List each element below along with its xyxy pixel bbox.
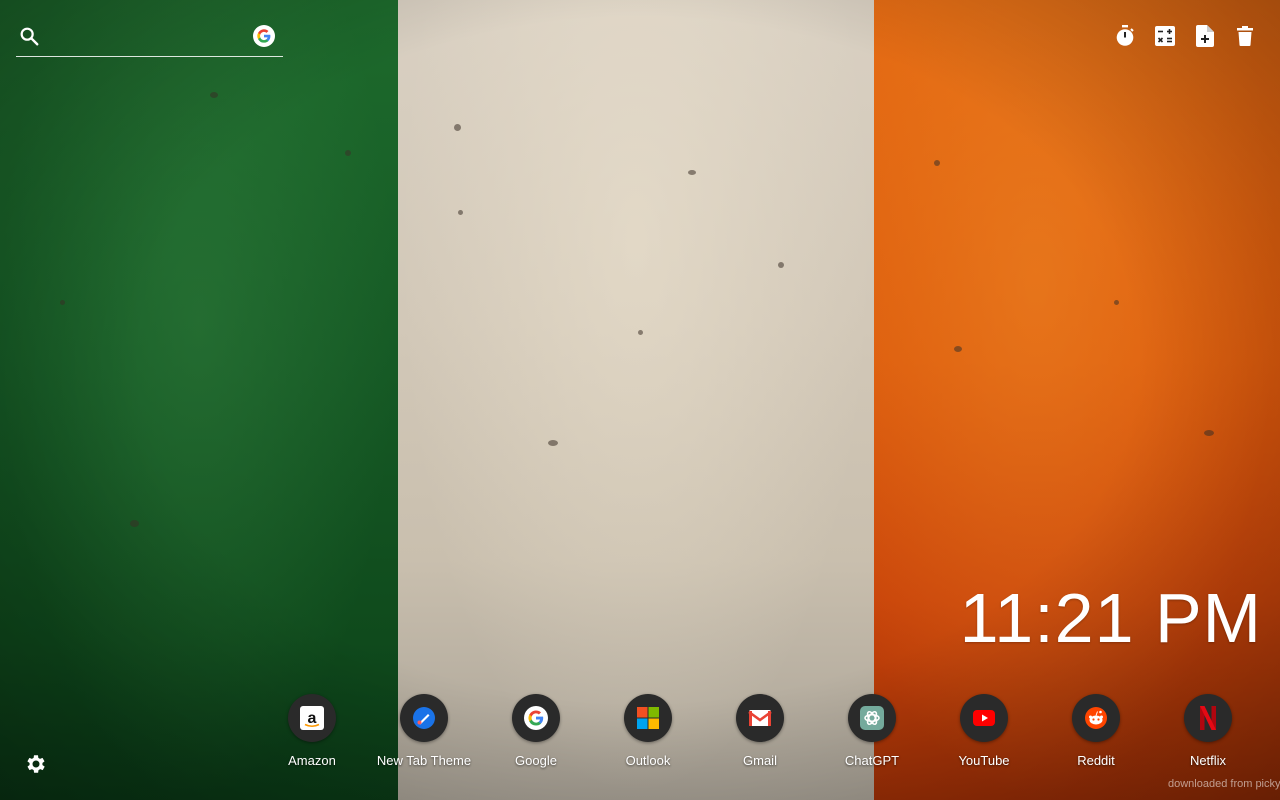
gmail-icon[interactable] [736,694,784,742]
wallpaper-irish-flag [0,0,1280,800]
netflix-icon[interactable] [1184,694,1232,742]
chatgpt-icon[interactable] [848,694,896,742]
shortcut-chatgpt[interactable]: ChatGPT [816,694,928,768]
shortcut-label: Google [515,753,557,768]
shortcut-label: Amazon [288,753,336,768]
search-input[interactable] [50,24,254,52]
svg-text:a: a [308,710,317,727]
shortcut-label: ChatGPT [844,753,900,768]
shortcut-google[interactable]: Google [480,694,592,768]
search-bar[interactable] [16,20,283,57]
microsoft-icon[interactable] [624,694,672,742]
clock-time: 11:21 PM [959,579,1262,657]
shortcut-label: New Tab Theme [376,753,472,768]
shortcut-label: Outlook [625,753,671,768]
add-note-icon[interactable] [1194,24,1216,48]
amazon-icon[interactable]: a [288,694,336,742]
search-icon[interactable] [18,25,40,47]
trash-icon[interactable] [1234,24,1256,48]
flag-orange-band [874,0,1280,800]
shortcut-reddit[interactable]: Reddit [1040,694,1152,768]
shortcut-dock: a Amazon New Tab Theme Google Outlook Gm… [256,694,1264,768]
reddit-icon[interactable] [1072,694,1120,742]
shortcut-new-tab-theme[interactable]: New Tab Theme [368,694,480,768]
shortcut-youtube[interactable]: YouTube [928,694,1040,768]
google-search-engine-icon[interactable] [253,25,275,47]
settings-gear-icon[interactable] [24,752,48,776]
shortcut-gmail[interactable]: Gmail [704,694,816,768]
shortcut-label: Gmail [743,753,777,768]
google-icon[interactable] [512,694,560,742]
wallpaper-credit: downloaded from pickyw [1168,778,1280,790]
shortcut-label: Reddit [1077,753,1115,768]
shortcut-label: YouTube [958,753,1010,768]
toolbar [1114,24,1256,48]
shortcut-amazon[interactable]: a Amazon [256,694,368,768]
shortcut-netflix[interactable]: Netflix [1152,694,1264,768]
shortcut-outlook[interactable]: Outlook [592,694,704,768]
calculator-icon[interactable] [1154,24,1176,48]
shortcut-label: Netflix [1189,753,1227,768]
flag-green-band [0,0,398,800]
flag-white-band [398,0,874,800]
timer-icon[interactable] [1114,24,1136,48]
new-tab-theme-icon[interactable] [400,694,448,742]
youtube-icon[interactable] [960,694,1008,742]
